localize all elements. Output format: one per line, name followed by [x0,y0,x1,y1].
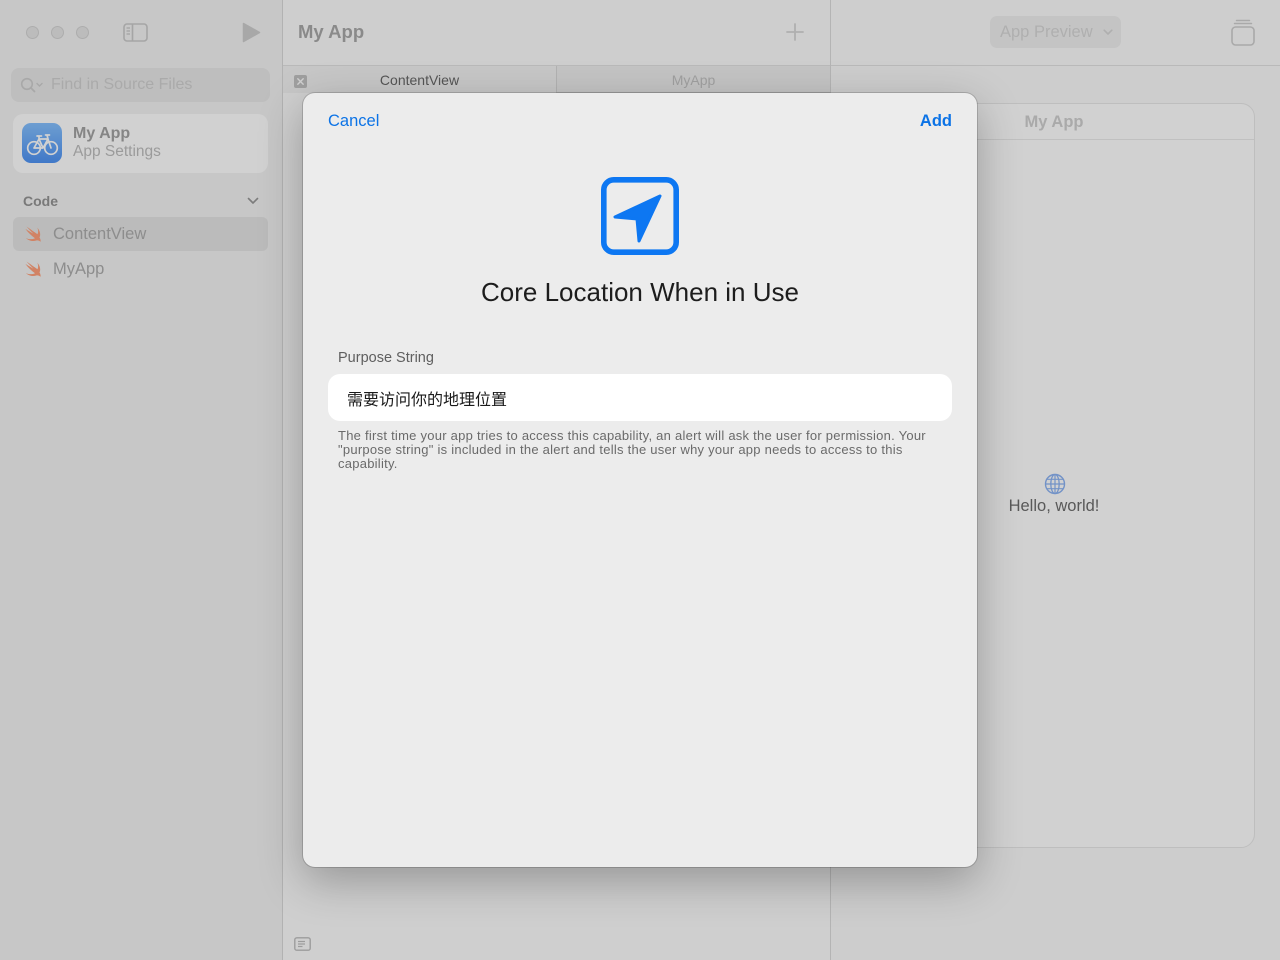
cancel-button[interactable]: Cancel [328,111,379,131]
location-square-icon [601,177,679,255]
capability-sheet: Cancel Add Core Location When in Use Pur… [303,93,977,867]
purpose-string-input[interactable] [328,374,952,421]
purpose-string-help-text: The first time your app tries to access … [338,428,926,471]
capability-title: Core Location When in Use [481,277,799,307]
purpose-string-label: Purpose String [338,350,434,366]
add-button[interactable]: Add [920,111,952,131]
